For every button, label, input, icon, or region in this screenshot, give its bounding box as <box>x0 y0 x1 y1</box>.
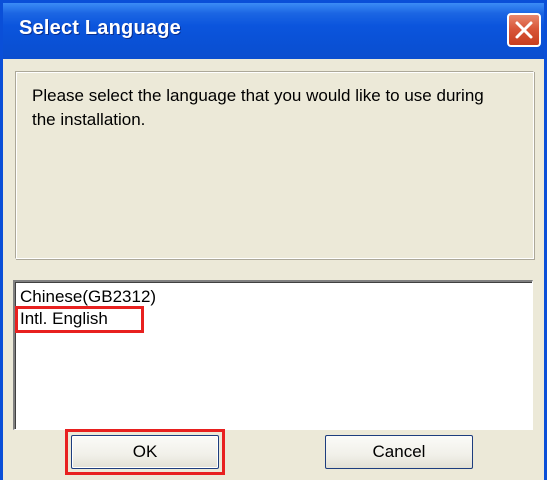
close-icon <box>515 21 533 39</box>
close-button[interactable] <box>507 13 541 47</box>
message-panel: Please select the language that you woul… <box>15 71 534 259</box>
cancel-button[interactable]: Cancel <box>325 435 473 469</box>
ok-button[interactable]: OK <box>71 435 219 469</box>
select-language-dialog: Select Language Please select the langua… <box>0 0 547 480</box>
language-option-chinese[interactable]: Chinese(GB2312) <box>17 286 159 308</box>
dialog-body: Please select the language that you woul… <box>3 59 544 480</box>
language-option-intl-english[interactable]: Intl. English <box>17 308 111 330</box>
title-bar[interactable]: Select Language <box>3 3 544 59</box>
instruction-text: Please select the language that you woul… <box>32 86 484 129</box>
language-listbox[interactable]: Chinese(GB2312) Intl. English <box>13 280 533 430</box>
dialog-title: Select Language <box>19 17 181 39</box>
